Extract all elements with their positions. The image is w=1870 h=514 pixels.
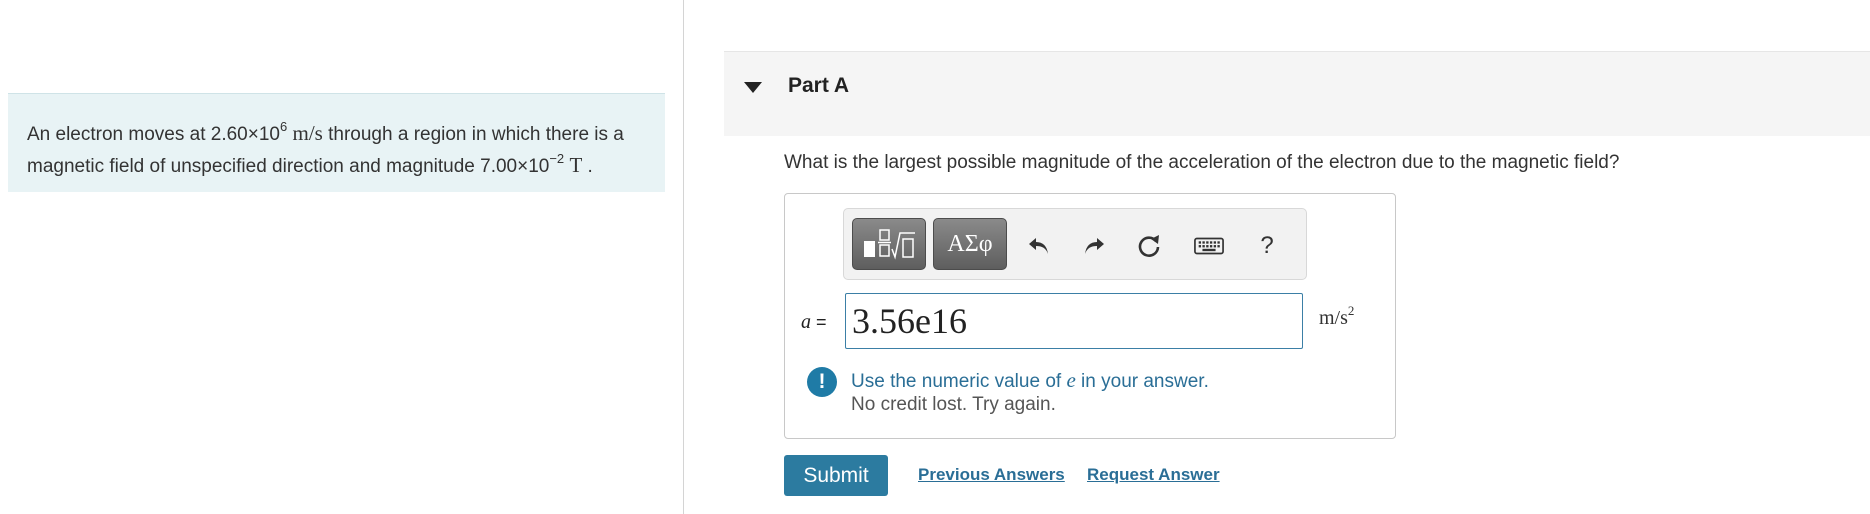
request-answer-link[interactable]: Request Answer <box>1087 465 1220 485</box>
field-value: 7.00×10 <box>480 156 550 177</box>
templates-button[interactable] <box>852 218 926 270</box>
feedback-message: Use the numeric value of e in your answe… <box>851 368 1209 393</box>
alert-icon: ! <box>807 367 837 397</box>
problem-statement: An electron moves at 2.60×106 m/s throug… <box>8 93 665 192</box>
fraction-root-template-icon <box>864 229 915 260</box>
symbols-button[interactable]: ΑΣφ <box>933 218 1007 270</box>
equals-sign: = <box>816 312 827 332</box>
unit-base: m/s <box>1319 307 1348 329</box>
feedback-message-pre: Use the numeric value of <box>851 371 1067 392</box>
unit-exponent: 2 <box>1347 303 1355 318</box>
variable-symbol: a <box>801 311 811 333</box>
previous-answers-link[interactable]: Previous Answers <box>918 465 1065 485</box>
part-a-header[interactable]: Part A <box>724 51 1870 136</box>
part-title: Part A <box>788 74 850 97</box>
speed-value: 2.60×10 <box>210 124 280 145</box>
feedback-message-var: e <box>1066 368 1076 392</box>
answer-unit: m/s2 <box>1319 304 1354 330</box>
math-toolbar: ΑΣφ ? <box>843 208 1307 280</box>
undo-icon[interactable] <box>1024 231 1054 261</box>
keyboard-icon[interactable] <box>1194 231 1224 261</box>
submit-button[interactable]: Submit <box>784 455 888 496</box>
redo-icon[interactable] <box>1079 231 1109 261</box>
problem-text-1: An electron moves at <box>27 124 211 145</box>
variable-label: a = <box>801 311 827 334</box>
problem-pane: An electron moves at 2.60×106 m/s throug… <box>0 0 684 514</box>
answer-input[interactable] <box>845 293 1303 349</box>
help-button[interactable]: ? <box>1252 231 1282 261</box>
speed-exponent: 6 <box>279 119 288 134</box>
feedback-message-post: in your answer. <box>1075 371 1209 392</box>
field-exponent: −2 <box>549 151 565 166</box>
caret-down-icon[interactable] <box>744 82 762 93</box>
feedback-subtext: No credit lost. Try again. <box>851 394 1056 415</box>
question-text: What is the largest possible magnitude o… <box>784 152 1620 173</box>
answer-panel: ΑΣφ ? a = m/s2 ! Use the numeric value o… <box>784 193 1396 439</box>
problem-text-3: . <box>582 156 593 177</box>
field-unit: T <box>569 153 583 177</box>
speed-unit: m/s <box>292 121 323 145</box>
reset-icon[interactable] <box>1134 231 1164 261</box>
